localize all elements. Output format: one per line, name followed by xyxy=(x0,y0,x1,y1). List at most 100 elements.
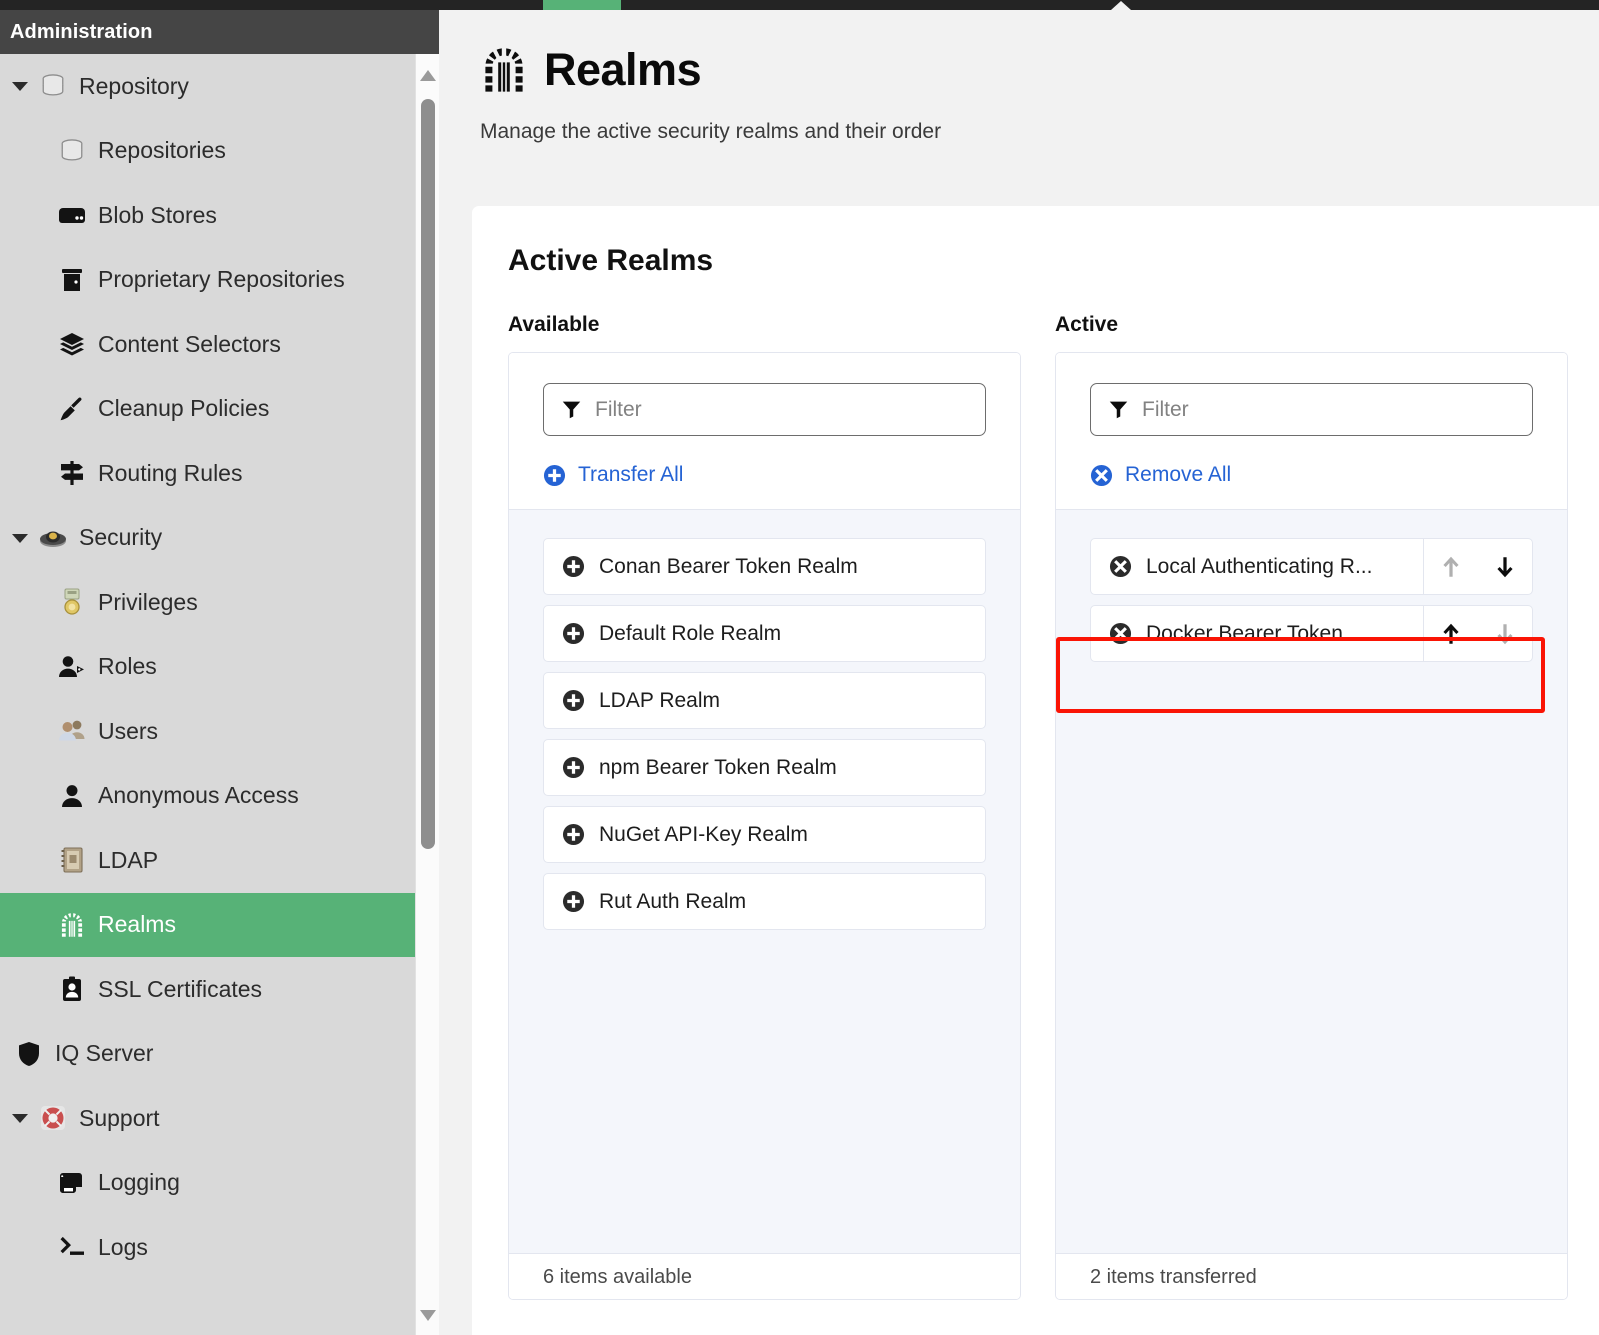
caret-down-icon[interactable] xyxy=(10,76,30,96)
sidebar-item-repositories[interactable]: Repositories xyxy=(0,119,415,184)
card-title: Active Realms xyxy=(508,244,714,277)
scroll-down-arrow-icon[interactable] xyxy=(420,1310,436,1321)
available-filter[interactable] xyxy=(543,383,986,436)
sidebar-item-realms[interactable]: Realms xyxy=(0,892,415,957)
plus-circle-icon[interactable] xyxy=(562,555,585,578)
sidebar-item-privileges[interactable]: Privileges xyxy=(0,570,415,635)
active-realm-label: Local Authenticating R... xyxy=(1146,554,1373,578)
sidebar-item-users[interactable]: Users xyxy=(0,699,415,764)
available-realm-row[interactable]: Default Role Realm xyxy=(543,605,986,662)
user-tag-icon xyxy=(55,652,89,682)
application-window: Administration Repository Repositories Blo… xyxy=(0,0,1599,1335)
available-realm-row[interactable]: Conan Bearer Token Realm xyxy=(543,538,986,595)
caret-down-icon[interactable] xyxy=(10,1108,30,1128)
transfer-list: Available Filter Transfer All Conan Bear… xyxy=(508,313,1599,1300)
caret-down-icon[interactable] xyxy=(10,528,30,548)
sidebar-nav: Repository Repositories Blob Stores Proprie… xyxy=(0,54,415,1335)
security-icon xyxy=(36,523,70,553)
sidebar-item-logging[interactable]: Logging xyxy=(0,1151,415,1216)
shield-icon xyxy=(12,1039,46,1069)
plus-circle-icon[interactable] xyxy=(562,689,585,712)
sidebar-scrollbar[interactable] xyxy=(415,54,439,1335)
realms-gate-icon xyxy=(55,910,89,940)
active-realms-card: Active Realms Available Filter Transfer … xyxy=(472,206,1599,1335)
available-realm-main[interactable]: Rut Auth Realm xyxy=(544,874,985,929)
database-icon xyxy=(55,136,89,166)
available-realm-main[interactable]: Default Role Realm xyxy=(544,606,985,661)
available-realm-main[interactable]: Conan Bearer Token Realm xyxy=(544,539,985,594)
available-realm-label: npm Bearer Token Realm xyxy=(599,755,837,779)
available-realm-row[interactable]: Rut Auth Realm xyxy=(543,873,986,930)
sidebar-item-content-selectors[interactable]: Content Selectors xyxy=(0,312,415,377)
plus-circle-icon[interactable] xyxy=(562,756,585,779)
sidebar-item-support[interactable]: Support xyxy=(0,1086,415,1151)
sidebar-item-security[interactable]: Security xyxy=(0,506,415,571)
sidebar-item-label: Realms xyxy=(98,911,176,938)
sidebar-item-roles[interactable]: Roles xyxy=(0,635,415,700)
sidebar-item-routing-rules[interactable]: Routing Rules xyxy=(0,441,415,506)
available-realm-label: LDAP Realm xyxy=(599,688,720,712)
sidebar-item-label: Anonymous Access xyxy=(98,782,299,809)
sidebar-item-blob-stores[interactable]: Blob Stores xyxy=(0,183,415,248)
scrollbar-thumb[interactable] xyxy=(421,99,435,849)
sidebar-item-repository[interactable]: Repository xyxy=(0,54,415,119)
transfer-all-button[interactable]: Transfer All xyxy=(543,463,986,487)
caret-up-icon xyxy=(1111,1,1131,10)
available-realm-label: Rut Auth Realm xyxy=(599,889,747,913)
available-realm-row[interactable]: NuGet API-Key Realm xyxy=(543,806,986,863)
sidebar-item-label: Proprietary Repositories xyxy=(98,266,345,293)
active-realm-order-controls xyxy=(1423,606,1532,661)
active-realm-main[interactable]: Docker Bearer Token ... xyxy=(1091,606,1423,661)
available-realm-main[interactable]: npm Bearer Token Realm xyxy=(544,740,985,795)
sidebar-item-anonymous-access[interactable]: Anonymous Access xyxy=(0,764,415,829)
available-footer: 6 items available xyxy=(509,1253,1020,1299)
active-realm-main[interactable]: Local Authenticating R... xyxy=(1091,539,1423,594)
sidebar-item-ssl-certificates[interactable]: SSL Certificates xyxy=(0,957,415,1022)
page-subtitle: Manage the active security realms and th… xyxy=(480,120,942,143)
funnel-icon xyxy=(1109,401,1128,419)
available-column: Available Filter Transfer All Conan Bear… xyxy=(508,313,1021,1300)
x-circle-icon[interactable] xyxy=(1109,555,1132,578)
active-footer: 2 items transferred xyxy=(1056,1253,1567,1299)
sidebar-item-label: Privileges xyxy=(98,588,198,615)
active-filter-input[interactable] xyxy=(1142,397,1515,422)
active-filter[interactable] xyxy=(1090,383,1533,436)
sidebar-item-label: Logs xyxy=(98,1233,148,1260)
x-circle-icon[interactable] xyxy=(1109,622,1132,645)
remove-all-button[interactable]: Remove All xyxy=(1090,463,1533,487)
lifering-icon xyxy=(36,1103,70,1133)
sidebar-item-label: Logging xyxy=(98,1169,180,1196)
medal-icon xyxy=(55,587,89,617)
active-list: Local Authenticating R... Docker Bearer T… xyxy=(1056,509,1567,1253)
plus-circle-icon[interactable] xyxy=(562,622,585,645)
available-realm-row[interactable]: npm Bearer Token Realm xyxy=(543,739,986,796)
blob-store-icon xyxy=(55,200,89,230)
plus-circle-icon xyxy=(543,464,566,486)
available-list: Conan Bearer Token Realm Default Role Rea… xyxy=(509,509,1020,1253)
plus-circle-icon[interactable] xyxy=(562,823,585,846)
top-bar-active-tab[interactable] xyxy=(543,0,1131,10)
available-realm-main[interactable]: NuGet API-Key Realm xyxy=(544,807,985,862)
active-realm-row[interactable]: Local Authenticating R... xyxy=(1090,538,1533,595)
move-down-button xyxy=(1478,621,1532,647)
move-down-button[interactable] xyxy=(1478,554,1532,580)
available-filter-input[interactable] xyxy=(595,397,968,422)
sidebar-item-iq-server[interactable]: IQ Server xyxy=(0,1022,415,1087)
available-realm-row[interactable]: LDAP Realm xyxy=(543,672,986,729)
sidebar-item-logs[interactable]: Logs xyxy=(0,1215,415,1280)
move-up-button[interactable] xyxy=(1424,621,1478,647)
sidebar-item-ldap[interactable]: LDAP xyxy=(0,828,415,893)
scroll-up-arrow-icon[interactable] xyxy=(420,70,436,81)
available-realm-main[interactable]: LDAP Realm xyxy=(544,673,985,728)
sidebar-title: Administration xyxy=(0,10,439,54)
active-column: Active Filter Remove All Local Authentic… xyxy=(1055,313,1568,1300)
sidebar-item-proprietary-repositories[interactable]: Proprietary Repositories xyxy=(0,248,415,313)
sidebar-item-label: SSL Certificates xyxy=(98,975,263,1002)
plus-circle-icon[interactable] xyxy=(562,890,585,913)
active-panel: Remove All Local Authenticating R... Dock… xyxy=(1055,352,1568,1300)
id-badge-icon xyxy=(55,974,89,1004)
broom-icon xyxy=(55,394,89,424)
terminal-icon xyxy=(55,1232,89,1262)
sidebar-item-cleanup-policies[interactable]: Cleanup Policies xyxy=(0,377,415,442)
active-realm-row[interactable]: Docker Bearer Token ... xyxy=(1090,605,1533,662)
